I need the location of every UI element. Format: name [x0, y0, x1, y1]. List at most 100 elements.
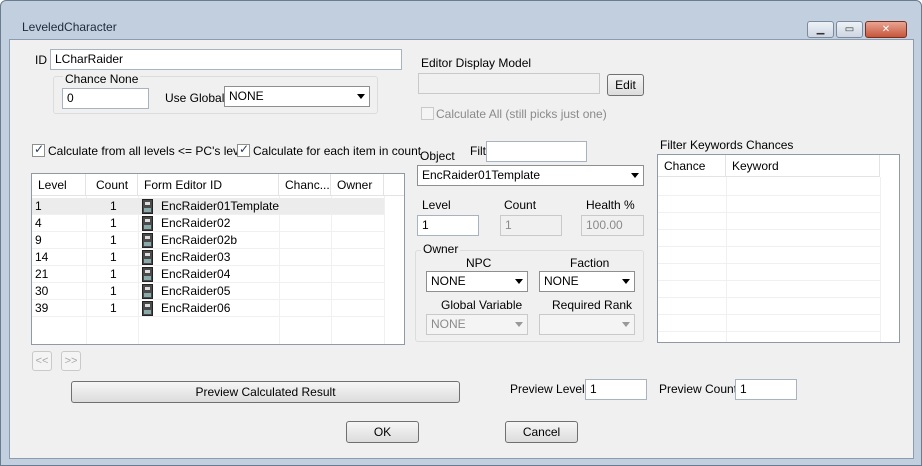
row-form-id: EncRaider04 — [161, 267, 231, 281]
entries-list[interactable]: Level Count Form Editor ID Chanc... Owne… — [31, 173, 405, 345]
npc-label: NPC — [466, 256, 492, 270]
cancel-button[interactable]: Cancel — [505, 421, 578, 443]
required-rank-label: Required Rank — [552, 298, 633, 312]
title-bar[interactable]: LeveledCharacter ▁ ▭ ✕ — [1, 1, 921, 38]
table-row[interactable]: 1 1 EncRaider01Template — [32, 198, 384, 215]
next-button[interactable]: >> — [61, 351, 81, 371]
entries-list-header: Level Count Form Editor ID Chanc... Owne… — [32, 174, 404, 196]
row-count: 1 — [110, 301, 117, 315]
faction-value: NONE — [544, 274, 579, 288]
count-label: Count — [504, 198, 537, 212]
id-input[interactable]: LCharRaider — [50, 49, 402, 70]
object-value: EncRaider01Template — [422, 168, 541, 182]
chevron-down-icon — [631, 173, 639, 178]
calc-each-item-label: Calculate for each item in count — [253, 144, 422, 158]
table-row[interactable]: 39 1 EncRaider06 — [32, 300, 384, 317]
column-chance[interactable]: Chance — [658, 155, 726, 177]
column-owner[interactable]: Owner — [331, 174, 384, 196]
owner-label: Owner — [421, 242, 461, 256]
column-form-editor-id[interactable]: Form Editor ID — [138, 174, 279, 196]
preview-calculated-result-button[interactable]: Preview Calculated Result — [71, 381, 460, 403]
chevron-down-icon — [622, 279, 630, 284]
npc-icon — [142, 233, 153, 248]
object-select[interactable]: EncRaider01Template — [417, 165, 644, 186]
row-count: 1 — [110, 233, 117, 247]
level-label: Level — [422, 198, 451, 212]
column-level[interactable]: Level — [32, 174, 86, 196]
ok-button[interactable]: OK — [346, 421, 419, 443]
id-label: ID — [35, 53, 47, 67]
faction-select[interactable]: NONE — [539, 271, 635, 292]
faction-label: Faction — [570, 256, 610, 270]
object-label: Object — [420, 149, 455, 163]
row-level: 30 — [35, 284, 49, 298]
use-global-label: Use Global — [165, 91, 225, 105]
window-title: LeveledCharacter — [22, 20, 117, 34]
dialog-body: ID LCharRaider Chance None 0 Use Global … — [9, 39, 914, 459]
level-input[interactable]: 1 — [417, 215, 479, 236]
table-row[interactable]: 14 1 EncRaider03 — [32, 249, 384, 266]
row-count: 1 — [110, 267, 117, 281]
row-level: 9 — [35, 233, 42, 247]
chevron-down-icon — [515, 279, 523, 284]
filter-keywords-label: Filter Keywords Chances — [660, 138, 794, 152]
health-label: Health % — [586, 198, 635, 212]
preview-level-label: Preview Level — [510, 382, 585, 396]
use-global-value: NONE — [229, 89, 264, 103]
row-count: 1 — [110, 199, 117, 213]
health-input: 100.00 — [581, 215, 644, 236]
use-global-select[interactable]: NONE — [224, 86, 370, 107]
row-count: 1 — [110, 284, 117, 298]
preview-count-label: Preview Count — [659, 382, 738, 396]
npc-icon — [142, 284, 153, 299]
row-form-id: EncRaider05 — [161, 284, 231, 298]
calc-each-item-checkbox[interactable] — [237, 142, 250, 157]
filter-keywords-list[interactable]: Chance Keyword — [657, 154, 900, 343]
chevron-down-icon — [515, 322, 523, 327]
chance-none-input[interactable]: 0 — [62, 88, 149, 109]
minimize-icon[interactable]: ▁ — [807, 21, 834, 38]
table-row[interactable]: 30 1 EncRaider05 — [32, 283, 384, 300]
npc-icon — [142, 301, 153, 316]
editor-display-model-input — [418, 73, 600, 94]
column-count[interactable]: Count — [86, 174, 138, 196]
calculate-all-label: Calculate All (still picks just one) — [436, 107, 607, 121]
row-level: 39 — [35, 301, 49, 315]
row-form-id: EncRaider06 — [161, 301, 231, 315]
global-variable-value: NONE — [431, 317, 466, 331]
table-row[interactable]: 9 1 EncRaider02b — [32, 232, 384, 249]
row-form-id: EncRaider02 — [161, 216, 231, 230]
chevron-down-icon — [357, 94, 365, 99]
close-icon[interactable]: ✕ — [865, 21, 907, 38]
maximize-icon[interactable]: ▭ — [836, 21, 863, 38]
calc-all-levels-checkbox[interactable] — [32, 142, 45, 157]
previous-button[interactable]: << — [32, 351, 52, 371]
table-row[interactable]: 4 1 EncRaider02 — [32, 215, 384, 232]
npc-icon — [142, 216, 153, 231]
row-level: 21 — [35, 267, 49, 281]
npc-icon — [142, 199, 153, 214]
preview-count-input[interactable]: 1 — [735, 379, 797, 400]
row-count: 1 — [110, 250, 117, 264]
leveled-character-window: LeveledCharacter ▁ ▭ ✕ ID LCharRaider Ch… — [0, 0, 922, 466]
edit-button[interactable]: Edit — [607, 74, 644, 96]
global-variable-select: NONE — [426, 314, 528, 335]
calc-all-levels-label: Calculate from all levels <= PC's level — [48, 144, 249, 158]
npc-select[interactable]: NONE — [426, 271, 528, 292]
global-variable-label: Global Variable — [441, 298, 523, 312]
column-chance[interactable]: Chanc... — [279, 174, 331, 196]
row-form-id: EncRaider02b — [161, 233, 238, 247]
editor-display-model-label: Editor Display Model — [421, 56, 532, 70]
chance-none-label: Chance None — [63, 72, 141, 86]
filter-input[interactable] — [486, 141, 587, 162]
row-level: 14 — [35, 250, 49, 264]
npc-icon — [142, 267, 153, 282]
npc-value: NONE — [431, 274, 466, 288]
table-row[interactable]: 21 1 EncRaider04 — [32, 266, 384, 283]
row-level: 1 — [35, 199, 42, 213]
row-level: 4 — [35, 216, 42, 230]
count-input: 1 — [500, 215, 562, 236]
column-keyword[interactable]: Keyword — [726, 155, 880, 177]
preview-level-input[interactable]: 1 — [585, 379, 647, 400]
row-form-id: EncRaider01Template — [161, 199, 280, 213]
